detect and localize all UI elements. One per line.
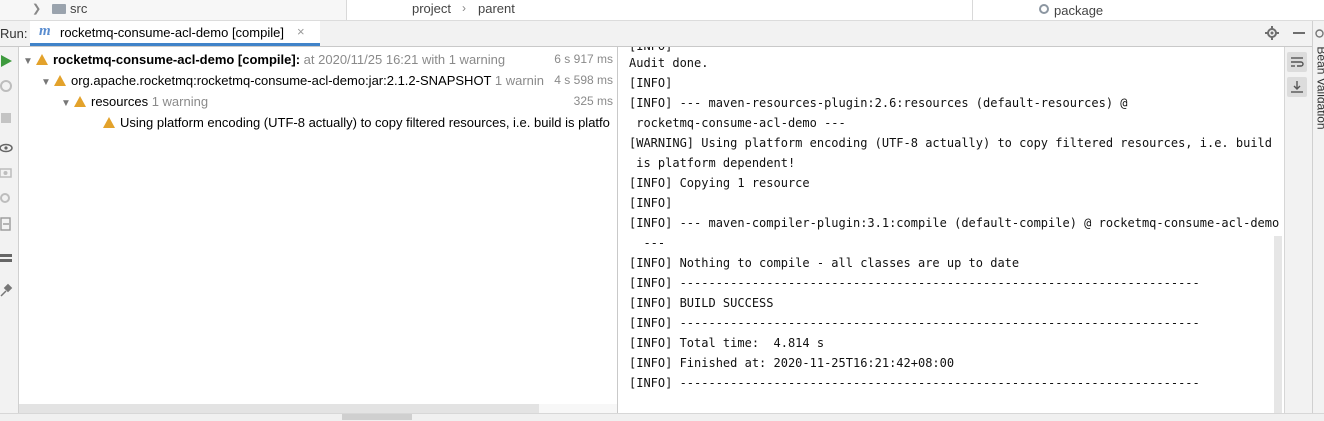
breadcrumb-separator: › xyxy=(462,1,466,15)
stop-icon[interactable] xyxy=(1,113,11,123)
tree-row-title: org.apache.rocketmq:rocketmq-consume-acl… xyxy=(71,73,492,88)
tree-row-time: 325 ms xyxy=(573,94,613,108)
rerun-icon[interactable] xyxy=(0,54,14,68)
close-icon[interactable]: × xyxy=(297,24,305,39)
console-line: [INFO] Total time: 4.814 s xyxy=(629,336,825,350)
console-line: rocketmq-consume-acl-demo --- xyxy=(629,116,846,130)
console-line: [INFO] ---------------------------------… xyxy=(629,276,1200,290)
layout-icon[interactable] xyxy=(0,251,14,265)
console-line: [INFO] BUILD SUCCESS xyxy=(629,296,774,310)
tree-row-title: resources xyxy=(91,94,149,109)
maven-panel: package xyxy=(972,0,1313,20)
chevron-right-icon[interactable]: ❯ xyxy=(32,2,41,15)
console-line: [INFO] ---------------------------------… xyxy=(629,376,1200,390)
console-line: [INFO] Finished at: 2020-11-25T16:21:42+… xyxy=(629,356,955,370)
folder-src-label[interactable]: src xyxy=(70,1,87,16)
chevron-down-icon[interactable]: ▼ xyxy=(58,93,74,114)
console-line: [INFO] Copying 1 resource xyxy=(629,176,810,190)
soft-wrap-icon[interactable] xyxy=(1290,55,1304,69)
bean-validation-icon xyxy=(1315,29,1324,38)
console-line: [INFO] Nothing to compile - all classes … xyxy=(629,256,1020,270)
console-output[interactable]: [INFO] --------- Audit done. [INFO] [INF… xyxy=(618,47,1284,413)
pin-icon[interactable] xyxy=(0,283,14,297)
tree-row-warning-message[interactable]: Using platform encoding (UTF-8 actually)… xyxy=(19,112,617,133)
chevron-down-icon[interactable]: ▼ xyxy=(20,51,36,72)
tree-row-detail: 1 warnin xyxy=(494,73,545,88)
console-line: --- xyxy=(629,236,666,250)
run-toolbar xyxy=(0,47,19,420)
tree-row-artifact[interactable]: ▼ org.apache.rocketmq:rocketmq-consume-ac… xyxy=(19,70,617,91)
run-tab-title: rocketmq-consume-acl-demo [compile] xyxy=(60,25,284,40)
console-toolbar xyxy=(1284,47,1313,420)
warning-icon xyxy=(54,75,66,86)
minimize-icon[interactable] xyxy=(1293,32,1305,34)
tree-row-detail: 1 warning xyxy=(151,94,209,109)
eye-icon[interactable] xyxy=(0,141,14,155)
console-line: is platform dependent! xyxy=(629,156,796,170)
maven-package-item[interactable]: package xyxy=(1054,3,1103,18)
run-tab[interactable]: m rocketmq-consume-acl-demo [compile] × xyxy=(30,21,320,46)
bean-validation-tab[interactable]: Bean Validation xyxy=(1315,46,1324,129)
tree-row-title: Using platform encoding (UTF-8 actually)… xyxy=(120,115,610,130)
project-tree-pane: ❯ src xyxy=(0,0,347,20)
tree-row-resources[interactable]: ▼ resources 1 warning 325 ms xyxy=(19,91,617,112)
console-line: [INFO] xyxy=(629,196,673,210)
run-label: Run: xyxy=(0,26,28,41)
tree-horizontal-scrollbar[interactable] xyxy=(19,404,539,413)
breadcrumb-parent[interactable]: parent xyxy=(478,1,515,16)
warning-icon xyxy=(74,96,86,107)
warning-icon xyxy=(36,54,48,65)
tree-row-time: 4 s 598 ms xyxy=(554,73,613,87)
gear-icon[interactable] xyxy=(1265,26,1279,40)
console-line: Audit done. xyxy=(629,56,709,70)
login-icon[interactable] xyxy=(0,217,14,231)
tree-row-root[interactable]: ▼ rocketmq-consume-acl-demo [compile]: at… xyxy=(19,49,617,70)
camera-icon[interactable] xyxy=(0,165,14,179)
run-toolwindow-header: Run: m rocketmq-consume-acl-demo [compil… xyxy=(0,21,1324,47)
chevron-down-icon[interactable]: ▼ xyxy=(38,72,54,93)
console-line: [INFO] --- maven-resources-plugin:2.6:re… xyxy=(629,96,1128,110)
refresh-icon[interactable] xyxy=(0,79,14,93)
tree-row-title: rocketmq-consume-acl-demo [compile]: xyxy=(53,52,301,67)
bottom-scroll-thumb[interactable] xyxy=(342,414,412,420)
right-tool-stripe: Bean Validation xyxy=(1312,21,1324,420)
console-line: [INFO] --- maven-compiler-plugin:3.1:com… xyxy=(629,216,1280,230)
gear-icon xyxy=(1039,4,1049,14)
build-tree: ▼ rocketmq-consume-acl-demo [compile]: at… xyxy=(19,47,618,420)
console-line: [WARNING] Using platform encoding (UTF-8… xyxy=(629,136,1272,150)
settings-icon[interactable] xyxy=(0,191,14,205)
tree-row-detail: at 2020/11/25 16:21 with 1 warning xyxy=(303,52,506,67)
scroll-to-end-icon[interactable] xyxy=(1290,80,1304,94)
folder-icon xyxy=(52,4,66,14)
tree-row-time: 6 s 917 ms xyxy=(554,52,613,66)
console-line: [INFO] xyxy=(629,76,673,90)
maven-icon: m xyxy=(39,23,51,39)
console-vertical-scrollbar[interactable] xyxy=(1274,236,1282,420)
breadcrumb-project[interactable]: project xyxy=(412,1,451,16)
warning-icon xyxy=(103,117,115,128)
console-line: [INFO] ---------------------------------… xyxy=(629,316,1200,330)
